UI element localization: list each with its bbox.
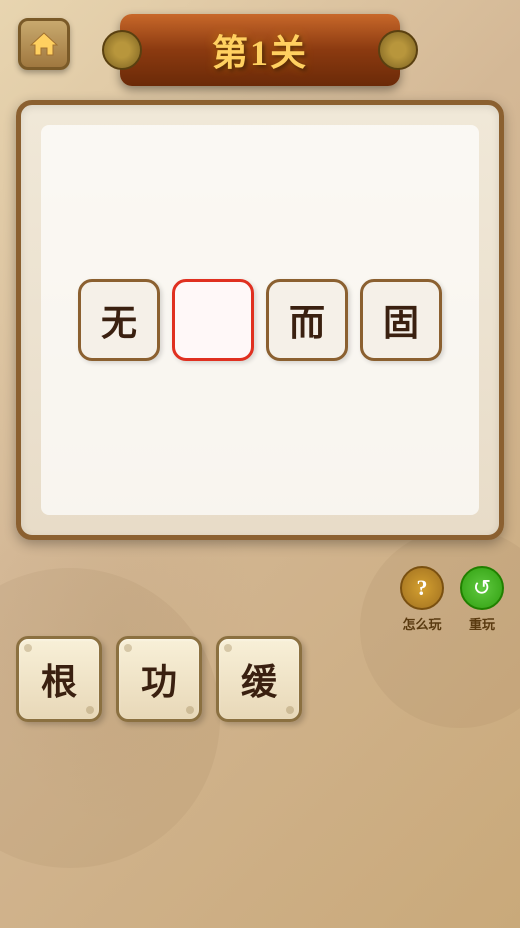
tile-1[interactable]: 功 <box>116 636 202 722</box>
tiles-row: 根 功 缓 <box>16 636 302 722</box>
help-label: 怎么玩 <box>402 614 441 633</box>
help-icon: ? <box>400 566 444 610</box>
char-slot-2[interactable]: 而 <box>266 279 348 361</box>
home-button[interactable] <box>18 18 70 70</box>
replay-icon: ↺ <box>460 566 504 610</box>
char-slot-3[interactable]: 固 <box>360 279 442 361</box>
slots-row: 无 而 固 <box>78 279 442 361</box>
char-slot-1[interactable] <box>172 279 254 361</box>
replay-label: 重玩 <box>469 614 495 633</box>
tile-2[interactable]: 缓 <box>216 636 302 722</box>
level-banner: 第1关 <box>120 14 400 86</box>
level-title: 第1关 <box>212 24 308 76</box>
tile-0[interactable]: 根 <box>16 636 102 722</box>
replay-button-group[interactable]: ↺ 重玩 <box>460 566 504 633</box>
action-buttons-container: ? 怎么玩 ↺ 重玩 <box>400 566 504 633</box>
char-slot-0[interactable]: 无 <box>78 279 160 361</box>
inner-area: 无 而 固 <box>41 125 479 515</box>
game-panel: 无 而 固 <box>16 100 504 540</box>
home-icon <box>29 29 59 59</box>
help-button-group[interactable]: ? 怎么玩 <box>400 566 444 633</box>
